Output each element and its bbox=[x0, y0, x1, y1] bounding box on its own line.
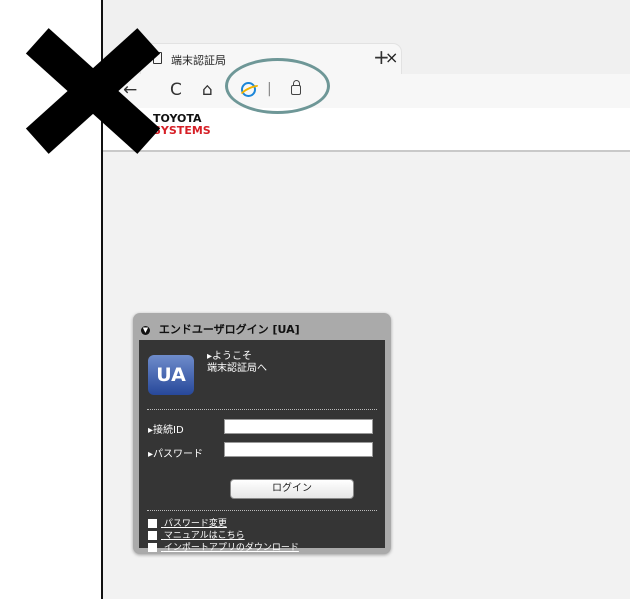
new-tab-button[interactable]: + bbox=[373, 44, 390, 70]
link-bullet-icon bbox=[148, 543, 157, 552]
page-header: TOYOTA SYSTEMS bbox=[103, 108, 630, 152]
help-links: パスワード変更 マニュアルはこちら インポートアプリのダウンロード bbox=[148, 518, 299, 554]
password-label: ▸パスワード bbox=[148, 449, 204, 460]
link-bullet-icon bbox=[148, 519, 157, 528]
highlight-ellipse bbox=[225, 58, 330, 114]
password-input[interactable] bbox=[224, 442, 373, 457]
link-bullet-icon bbox=[148, 531, 157, 540]
divider bbox=[147, 510, 377, 511]
manual-link[interactable]: マニュアルはこちら bbox=[148, 530, 299, 542]
panel-title-text: エンドユーザログイン [UA] bbox=[158, 323, 300, 336]
tab-strip: 端末認証局 × + bbox=[103, 0, 630, 74]
browser-window: 端末認証局 × + ← C ⌂ | TOYOTA SYSTEMS ▼ エンドユー… bbox=[101, 0, 630, 599]
import-app-download-link-text[interactable]: インポートアプリのダウンロード bbox=[164, 543, 299, 553]
password-change-link-text[interactable]: パスワード変更 bbox=[164, 519, 227, 529]
black-x-mark-icon bbox=[0, 0, 180, 180]
connection-id-input[interactable] bbox=[224, 419, 373, 434]
login-panel: ▼ エンドユーザログイン [UA] UA ▸ようこそ 端末認証局へ ▸接続ID … bbox=[133, 313, 391, 554]
import-app-download-link[interactable]: インポートアプリのダウンロード bbox=[148, 542, 299, 554]
divider bbox=[147, 409, 377, 410]
welcome-line-1: ▸ようこそ bbox=[207, 351, 253, 362]
circle-chevron-icon: ▼ bbox=[141, 325, 150, 335]
login-button[interactable]: ログイン bbox=[230, 479, 354, 499]
id-label: ▸接続ID bbox=[148, 425, 184, 436]
panel-title: ▼ エンドユーザログイン [UA] bbox=[141, 321, 300, 337]
home-button[interactable]: ⌂ bbox=[202, 80, 213, 100]
password-change-link[interactable]: パスワード変更 bbox=[148, 518, 299, 530]
login-form: UA ▸ようこそ 端末認証局へ ▸接続ID ▸パスワード ログイン パスワード変… bbox=[139, 340, 385, 553]
ua-logo: UA bbox=[148, 355, 194, 395]
browser-toolbar: ← C ⌂ | bbox=[103, 74, 630, 108]
welcome-line-2: 端末認証局へ bbox=[207, 363, 267, 374]
manual-link-text[interactable]: マニュアルはこちら bbox=[164, 531, 245, 541]
welcome-message: ▸ようこそ 端末認証局へ bbox=[207, 351, 267, 375]
